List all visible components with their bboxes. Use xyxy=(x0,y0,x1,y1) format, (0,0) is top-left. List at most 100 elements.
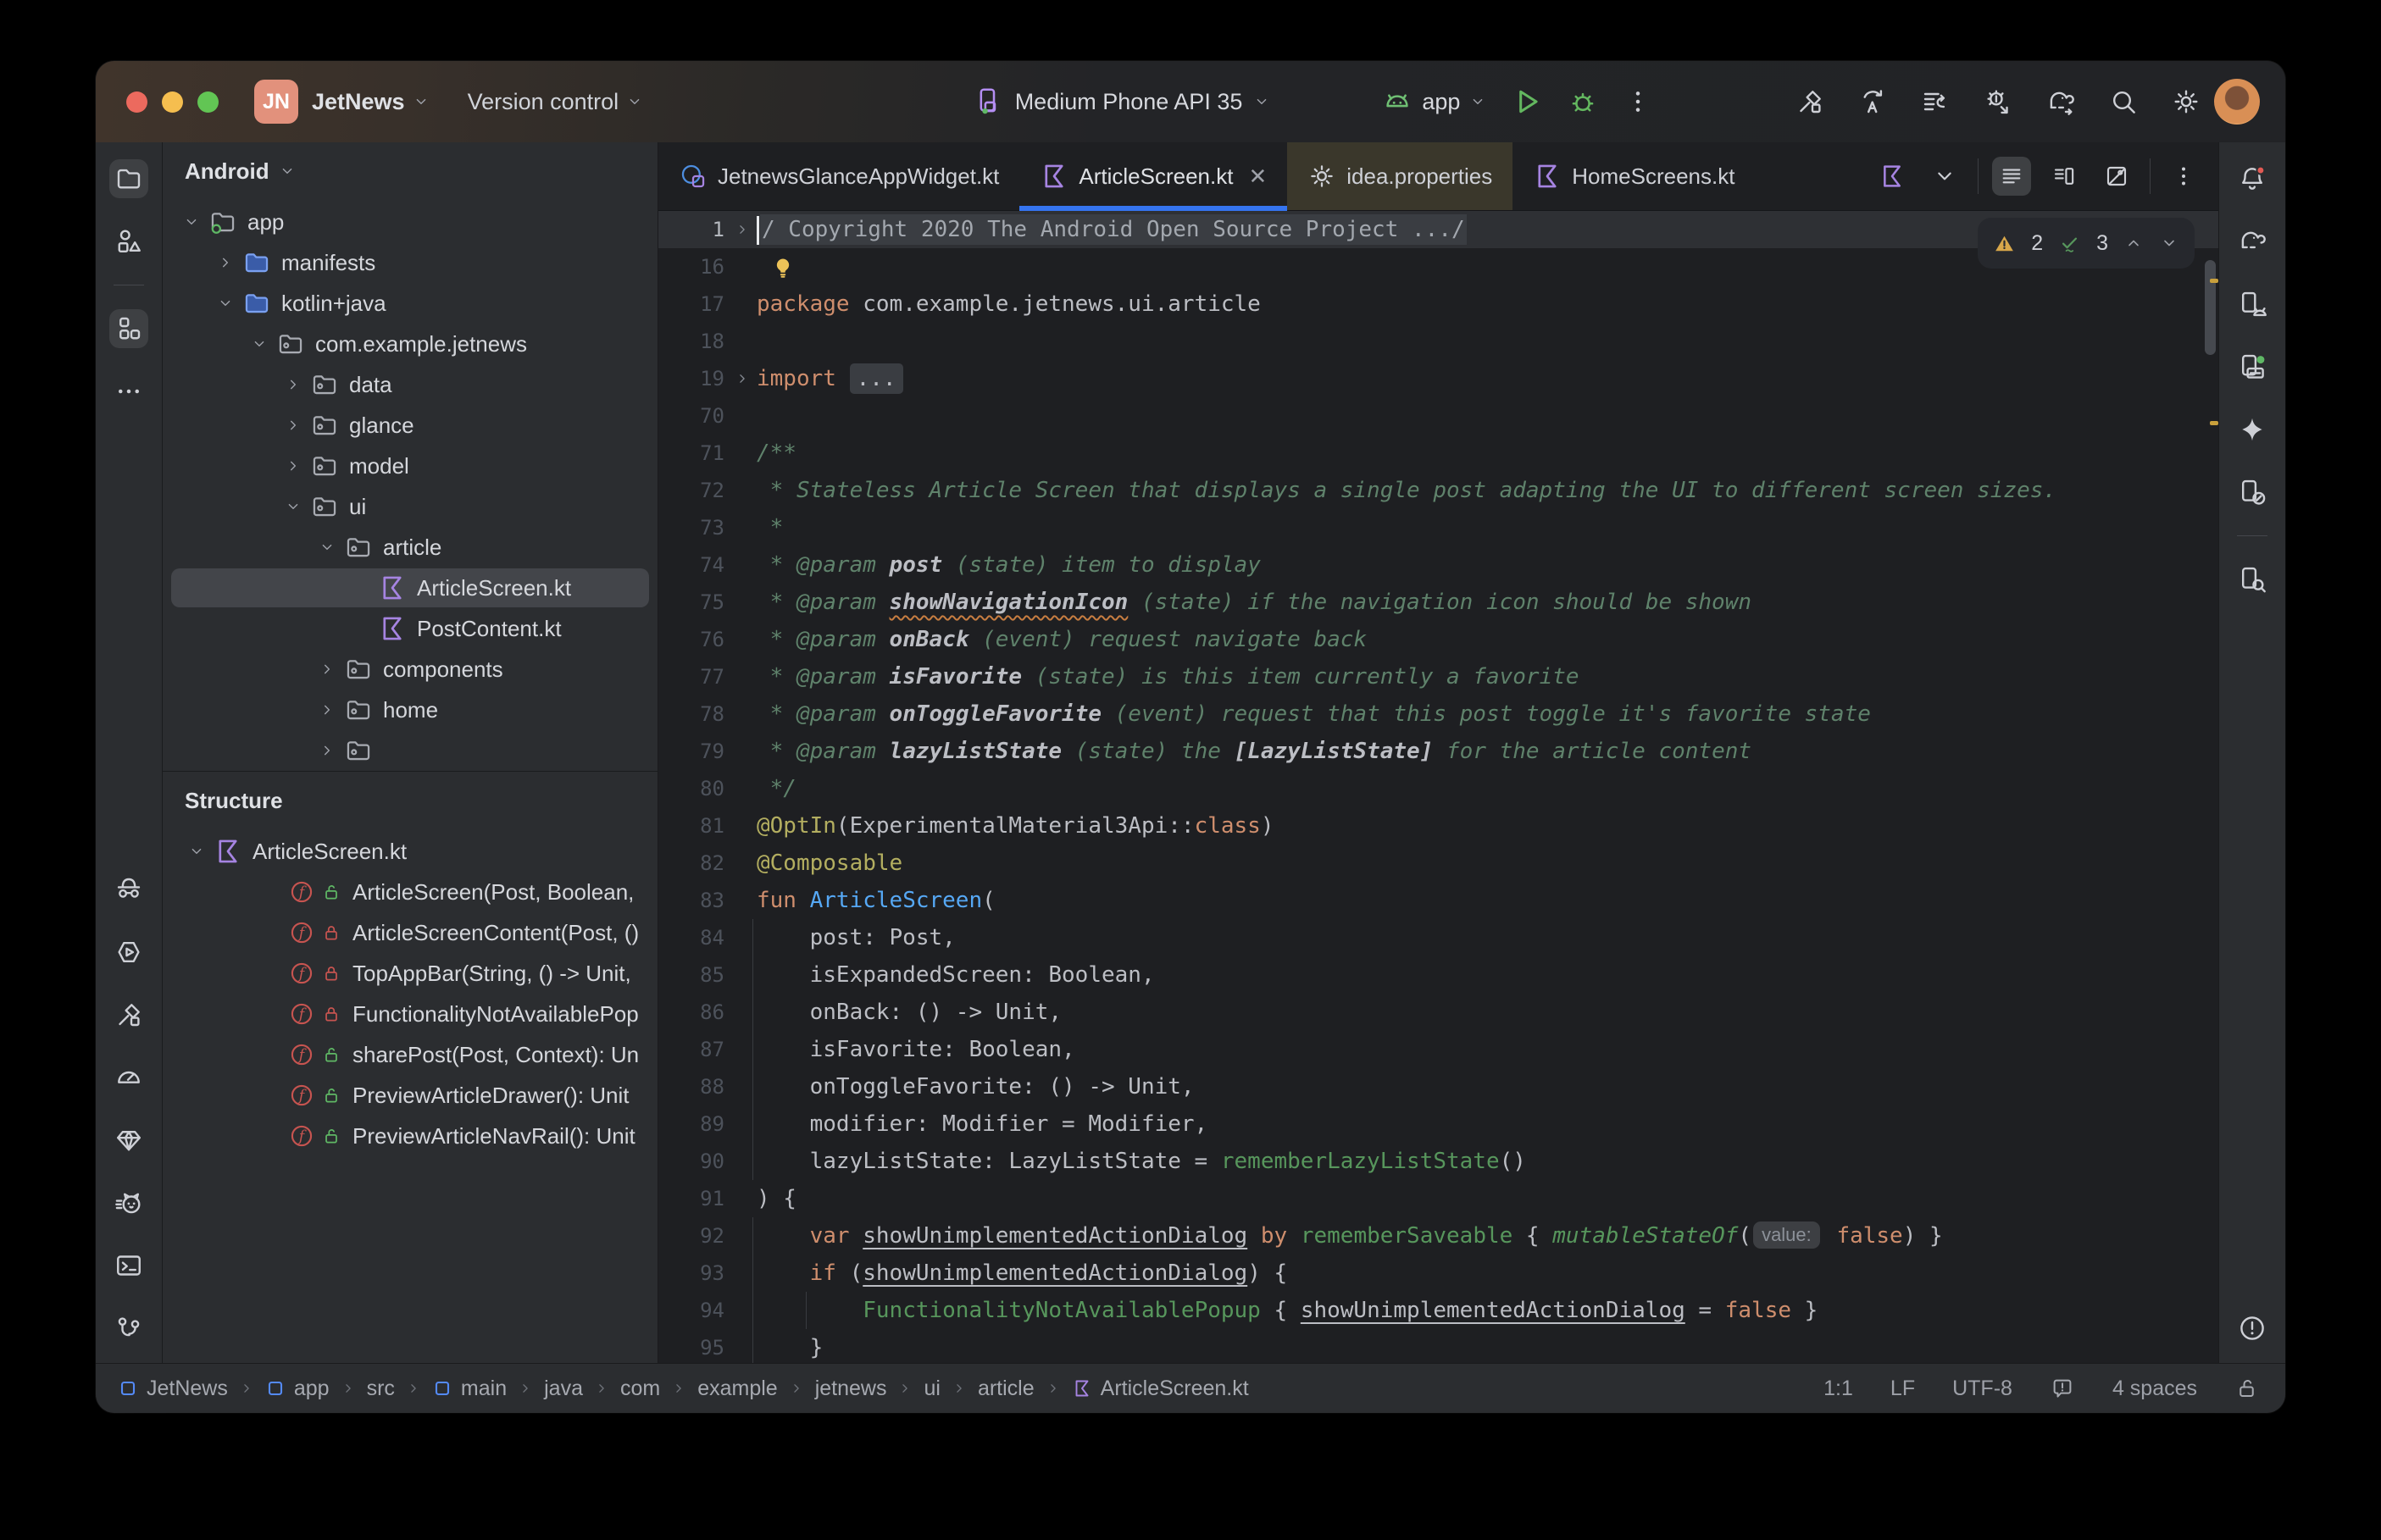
line-number[interactable]: 78 xyxy=(658,695,728,733)
editor-tabs-dropdown-button[interactable] xyxy=(1925,157,1964,196)
code-line-74[interactable]: 74 * @param post (state) item to display xyxy=(658,546,2218,584)
line-number[interactable]: 72 xyxy=(658,472,728,509)
project-view-header[interactable]: Android xyxy=(163,142,658,200)
gradle-sync-button[interactable] xyxy=(2043,84,2079,119)
code-line-18[interactable]: 18 xyxy=(658,323,2218,360)
line-number[interactable]: 86 xyxy=(658,994,728,1031)
caret-position[interactable]: 1:1 xyxy=(1823,1377,1853,1401)
structure-item[interactable]: fTopAppBar(String, () -> Unit, xyxy=(163,953,658,994)
tool-window-button-app-quality-insights[interactable] xyxy=(109,1121,148,1160)
file-encoding[interactable]: UTF-8 xyxy=(1952,1377,2012,1401)
structure-item[interactable]: fPreviewArticleNavRail(): Unit xyxy=(163,1116,658,1156)
device-selector[interactable]: Medium Phone API 35 xyxy=(973,86,1272,118)
project-tree-item-ArticleScreen.kt[interactable]: ArticleScreen.kt xyxy=(163,568,658,608)
line-number[interactable]: 17 xyxy=(658,285,728,323)
next-problem-button[interactable] xyxy=(2159,233,2179,253)
line-number[interactable]: 16 xyxy=(658,248,728,285)
tool-window-button-build[interactable] xyxy=(109,995,148,1034)
user-avatar[interactable] xyxy=(2214,79,2260,125)
editor-tab-HomeScreens.kt[interactable]: HomeScreens.kt xyxy=(1512,142,1755,210)
code-line-71[interactable]: 71/** xyxy=(658,435,2218,472)
tool-window-button-app-inspection[interactable] xyxy=(109,870,148,909)
code-line-80[interactable]: 80 */ xyxy=(658,770,2218,807)
line-number[interactable]: 92 xyxy=(658,1217,728,1255)
structure-item[interactable]: fFunctionalityNotAvailablePop xyxy=(163,994,658,1034)
tool-window-button-gradle[interactable] xyxy=(2233,222,2272,261)
breadcrumb-item-java[interactable]: java xyxy=(544,1377,583,1401)
line-number[interactable]: 81 xyxy=(658,807,728,845)
editor-tab-ArticleScreen.kt[interactable]: ArticleScreen.kt✕ xyxy=(1019,142,1287,210)
project-menu[interactable]: JetNews xyxy=(312,89,430,115)
project-tree-item-article[interactable]: article xyxy=(163,527,658,568)
close-tab-icon[interactable]: ✕ xyxy=(1248,163,1267,190)
code-line-95[interactable]: 95 } xyxy=(658,1329,2218,1363)
editor-scrollbar[interactable] xyxy=(2205,260,2216,355)
breadcrumb-item-jetnews[interactable]: jetnews xyxy=(815,1377,887,1401)
line-number[interactable]: 73 xyxy=(658,509,728,546)
line-number[interactable]: 83 xyxy=(658,882,728,919)
close-window-button[interactable] xyxy=(126,91,147,113)
tool-window-button-project[interactable] xyxy=(109,159,148,198)
breadcrumb-item-article[interactable]: article xyxy=(978,1377,1035,1401)
project-tree-item-kotlin+java[interactable]: kotlin+java xyxy=(163,283,658,324)
breadcrumb-item-ui[interactable]: ui xyxy=(924,1377,940,1401)
code-line-82[interactable]: 82@Composable xyxy=(658,845,2218,882)
fold-marker-icon[interactable] xyxy=(734,370,751,387)
code-line-78[interactable]: 78 * @param onToggleFavorite (event) req… xyxy=(658,695,2218,733)
fold-marker-icon[interactable] xyxy=(734,221,751,238)
indent-style[interactable]: 4 spaces xyxy=(2112,1377,2197,1401)
code-line-70[interactable]: 70 xyxy=(658,397,2218,435)
code-line-91[interactable]: 91) { xyxy=(658,1180,2218,1217)
project-tree-item-model[interactable]: model xyxy=(163,446,658,486)
structure-item[interactable]: fsharePost(Post, Context): Un xyxy=(163,1034,658,1075)
tool-window-button-running-devices[interactable] xyxy=(2233,347,2272,386)
profiler-button[interactable] xyxy=(1918,84,1953,119)
attach-debugger-button[interactable] xyxy=(1980,84,2016,119)
tool-window-button-logcat[interactable] xyxy=(109,1183,148,1222)
code-line-84[interactable]: 84 post: Post, xyxy=(658,919,2218,956)
line-number[interactable]: 95 xyxy=(658,1329,728,1363)
tool-window-button-run[interactable] xyxy=(109,933,148,972)
line-number[interactable]: 82 xyxy=(658,845,728,882)
run-button[interactable] xyxy=(1511,86,1543,118)
code-line-72[interactable]: 72 * Stateless Article Screen that displ… xyxy=(658,472,2218,509)
project-tree-item-components[interactable]: components xyxy=(163,649,658,690)
code-editor[interactable]: 1/ Copyright 2020 The Android Open Sourc… xyxy=(658,211,2218,1363)
line-number[interactable]: 84 xyxy=(658,919,728,956)
sync-project-button[interactable] xyxy=(1855,84,1890,119)
line-number[interactable]: 94 xyxy=(658,1292,728,1329)
writable-toggle-icon[interactable] xyxy=(2234,1376,2260,1401)
code-line-75[interactable]: 75 * @param showNavigationIcon (state) i… xyxy=(658,584,2218,621)
code-line-90[interactable]: 90 lazyListState: LazyListState = rememb… xyxy=(658,1143,2218,1180)
structure-item[interactable]: fArticleScreenContent(Post, () xyxy=(163,912,658,953)
breadcrumb-item-com[interactable]: com xyxy=(620,1377,660,1401)
code-line-83[interactable]: 83fun ArticleScreen( xyxy=(658,882,2218,919)
project-tree-item-ui[interactable]: ui xyxy=(163,486,658,527)
code-line-79[interactable]: 79 * @param lazyListState (state) the [L… xyxy=(658,733,2218,770)
line-number[interactable]: 90 xyxy=(658,1143,728,1180)
code-view-button[interactable] xyxy=(1992,157,2031,196)
code-line-94[interactable]: 94 FunctionalityNotAvailablePopup { show… xyxy=(658,1292,2218,1329)
editor-tab-JetnewsGlanceAppWidget.kt[interactable]: JetnewsGlanceAppWidget.kt xyxy=(658,142,1019,210)
code-line-89[interactable]: 89 modifier: Modifier = Modifier, xyxy=(658,1105,2218,1143)
editor-options-button[interactable] xyxy=(2164,157,2203,196)
code-line-87[interactable]: 87 isFavorite: Boolean, xyxy=(658,1031,2218,1068)
zoom-window-button[interactable] xyxy=(197,91,219,113)
code-line-81[interactable]: 81@OptIn(ExperimentalMaterial3Api::class… xyxy=(658,807,2218,845)
line-number[interactable]: 89 xyxy=(658,1105,728,1143)
tool-window-button-device-explorer[interactable] xyxy=(2233,560,2272,599)
line-number[interactable]: 87 xyxy=(658,1031,728,1068)
debug-button[interactable] xyxy=(1567,86,1599,118)
highlight-level-icon[interactable] xyxy=(2050,1376,2075,1401)
run-configuration-selector[interactable]: app xyxy=(1381,86,1487,118)
breadcrumb-item-app[interactable]: app xyxy=(265,1377,330,1401)
tool-window-button-structure[interactable] xyxy=(109,309,148,348)
code-line-76[interactable]: 76 * @param onBack (event) request navig… xyxy=(658,621,2218,658)
breadcrumb-item-example[interactable]: example xyxy=(697,1377,778,1401)
project-tree-item-data[interactable]: data xyxy=(163,364,658,405)
tool-window-button-more-tool-windows[interactable] xyxy=(109,372,148,411)
tool-window-button-terminal[interactable] xyxy=(109,1246,148,1285)
inspection-widget[interactable]: 2 3 xyxy=(1978,218,2195,269)
warning-stripe-mark[interactable] xyxy=(2210,279,2218,283)
line-number[interactable]: 75 xyxy=(658,584,728,621)
